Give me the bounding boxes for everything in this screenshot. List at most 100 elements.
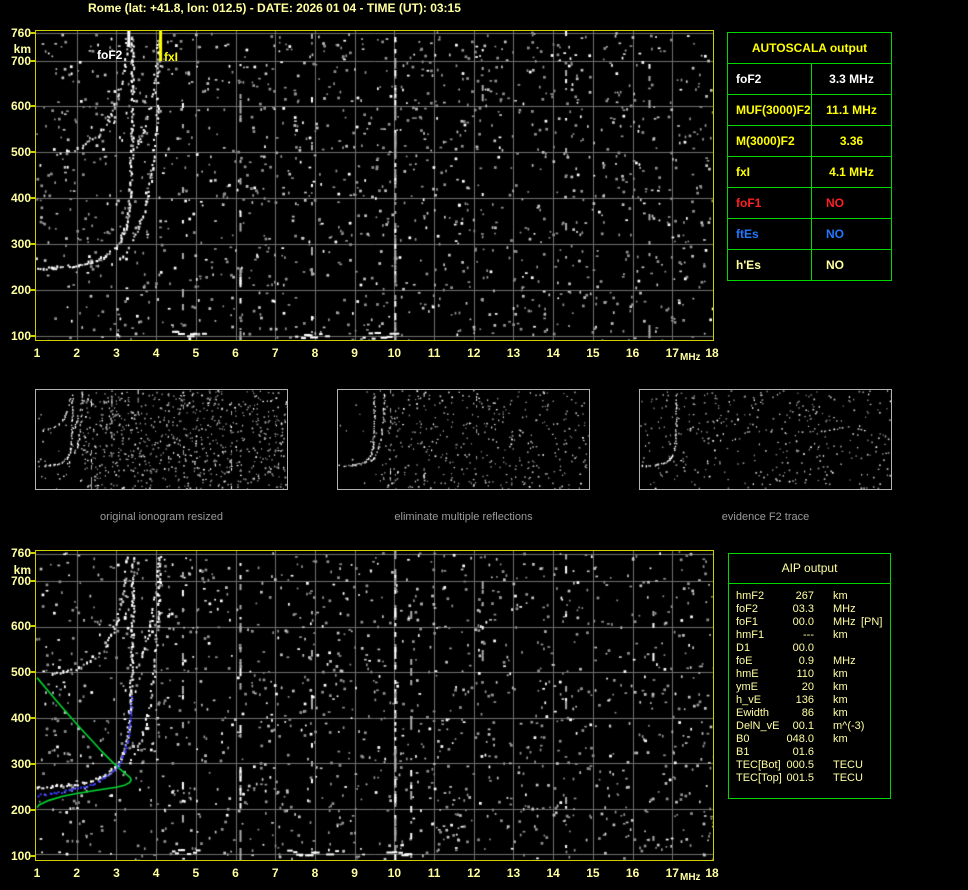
x-tick-label-8: 8 bbox=[303, 866, 327, 880]
x-tick-label-6: 6 bbox=[224, 866, 248, 880]
y-tick-label-100: 100 bbox=[0, 329, 31, 343]
aip-row-foE: foE 0.9 MHz bbox=[729, 655, 890, 668]
aip-value: 00.0 bbox=[777, 616, 814, 629]
y-axis-tick bbox=[30, 855, 35, 857]
y-tick-label-400: 400 bbox=[0, 191, 31, 205]
autoscala-row-foF2: foF23.3 MHz bbox=[728, 64, 891, 95]
aip-row-D1: D100.0 bbox=[729, 642, 890, 655]
aip-label: hmE bbox=[736, 668, 759, 681]
x-tick-label-1: 1 bbox=[25, 346, 49, 360]
y-axis-tick bbox=[30, 32, 35, 34]
bottom-ionogram-canvas bbox=[36, 551, 713, 860]
aip-label: DelN_vE bbox=[736, 720, 779, 733]
x-tick-label-13: 13 bbox=[501, 866, 525, 880]
autoscala-row-value: NO bbox=[812, 219, 891, 249]
autoscala-row-foF1: foF1NO bbox=[728, 188, 891, 219]
aip-unit: MHz bbox=[833, 655, 856, 668]
autoscala-row-M(3000)F2: M(3000)F23.36 bbox=[728, 126, 891, 157]
aip-value: 03.3 bbox=[777, 603, 814, 616]
y-axis-tick bbox=[30, 289, 35, 291]
aip-unit: km bbox=[833, 629, 848, 642]
panel-eliminate-reflections-canvas bbox=[338, 390, 589, 489]
aip-label: hmF2 bbox=[736, 590, 764, 603]
y-tick-label-200: 200 bbox=[0, 283, 31, 297]
aip-unit: km bbox=[833, 668, 848, 681]
x-tick-label-7: 7 bbox=[263, 346, 287, 360]
x-tick-label-17: 17 bbox=[660, 866, 684, 880]
autoscala-row-value: NO bbox=[812, 250, 891, 280]
aip-extra: [PN] bbox=[861, 616, 882, 629]
aip-label: foE bbox=[736, 655, 753, 668]
aip-label: foF2 bbox=[736, 603, 758, 616]
x-tick-label-1: 1 bbox=[25, 866, 49, 880]
autoscala-row-label: MUF(3000)F2 bbox=[728, 95, 812, 125]
aip-value: 01.6 bbox=[777, 746, 814, 759]
aip-label: B0 bbox=[736, 733, 749, 746]
x-tick-label-18: 18 bbox=[700, 346, 724, 360]
y-tick-label-200: 200 bbox=[0, 803, 31, 817]
y-tick-label-300: 300 bbox=[0, 757, 31, 771]
autoscala-row-value: NO bbox=[812, 188, 891, 218]
x-tick-label-7: 7 bbox=[263, 866, 287, 880]
aip-value: 86 bbox=[777, 707, 814, 720]
aip-row-DelN_vE: DelN_vE00.1m^(-3) bbox=[729, 720, 890, 733]
x-tick-label-16: 16 bbox=[621, 866, 645, 880]
aip-row-foF2: foF203.3MHz bbox=[729, 603, 890, 616]
aip-value: 0.9 bbox=[777, 655, 814, 668]
aip-value: 001.5 bbox=[777, 772, 814, 785]
aip-value: 267 bbox=[777, 590, 814, 603]
autoscala-row-value: 11.1 MHz bbox=[812, 95, 891, 125]
aip-row-hmF2: hmF2267km bbox=[729, 590, 890, 603]
aip-unit: km bbox=[833, 681, 848, 694]
aip-label: hmF1 bbox=[736, 629, 764, 642]
x-tick-label-14: 14 bbox=[541, 866, 565, 880]
autoscala-row-value: 4.1 MHz bbox=[812, 157, 891, 187]
aip-row-TEC[Bot]: TEC[Bot]000.5TECU bbox=[729, 759, 890, 772]
x-tick-label-12: 12 bbox=[462, 346, 486, 360]
y-tick-label-400: 400 bbox=[0, 711, 31, 725]
aip-label: D1 bbox=[736, 642, 750, 655]
x-tick-label-3: 3 bbox=[104, 866, 128, 880]
x-tick-label-10: 10 bbox=[382, 346, 406, 360]
x-tick-label-5: 5 bbox=[184, 866, 208, 880]
aip-unit: TECU bbox=[833, 772, 863, 785]
autoscala-row-ftEs: ftEsNO bbox=[728, 219, 891, 250]
y-tick-label-700: 700 bbox=[0, 54, 31, 68]
aip-value: 136 bbox=[777, 694, 814, 707]
aip-unit: TECU bbox=[833, 759, 863, 772]
x-tick-label-5: 5 bbox=[184, 346, 208, 360]
aip-row-hmF1: hmF1 --- km bbox=[729, 629, 890, 642]
x-tick-label-15: 15 bbox=[581, 866, 605, 880]
x-tick-label-9: 9 bbox=[343, 866, 367, 880]
aip-row-ymE: ymE20km bbox=[729, 681, 890, 694]
y-axis-tick bbox=[30, 151, 35, 153]
y-axis-tick bbox=[30, 580, 35, 582]
aip-label: ymE bbox=[736, 681, 758, 694]
autoscala-row-h'Es: h'EsNO bbox=[728, 250, 891, 280]
autoscala-row-label: M(3000)F2 bbox=[728, 126, 812, 156]
x-tick-label-11: 11 bbox=[422, 866, 446, 880]
aip-value: 110 bbox=[777, 668, 814, 681]
autoscala-row-value: 3.3 MHz bbox=[812, 64, 891, 94]
aip-value: 048.0 bbox=[777, 733, 814, 746]
y-tick-label-600: 600 bbox=[0, 619, 31, 633]
autoscala-row-value: 3.36 bbox=[812, 126, 891, 156]
aip-unit: km bbox=[833, 694, 848, 707]
panel-original-ionogram-caption: original ionogram resized bbox=[35, 511, 288, 523]
aip-row-h_vE: h_vE136km bbox=[729, 694, 890, 707]
y-axis-tick bbox=[30, 809, 35, 811]
y-axis-tick bbox=[30, 763, 35, 765]
aip-row-B0: B0 048.0 km bbox=[729, 733, 890, 746]
fof2-marker-label: foF2 bbox=[97, 48, 122, 62]
x-tick-label-6: 6 bbox=[224, 346, 248, 360]
x-tick-label-3: 3 bbox=[104, 346, 128, 360]
x-tick-label-4: 4 bbox=[144, 346, 168, 360]
aip-unit: km bbox=[833, 733, 848, 746]
y-axis-tick bbox=[30, 335, 35, 337]
x-tick-label-2: 2 bbox=[65, 866, 89, 880]
y-tick-label-300: 300 bbox=[0, 237, 31, 251]
aip-value: --- bbox=[777, 629, 814, 642]
autoscala-row-label: fxI bbox=[728, 157, 812, 187]
x-tick-label-13: 13 bbox=[501, 346, 525, 360]
autoscala-screen: Rome (lat: +41.8, lon: 012.5) - DATE: 20… bbox=[0, 0, 968, 890]
